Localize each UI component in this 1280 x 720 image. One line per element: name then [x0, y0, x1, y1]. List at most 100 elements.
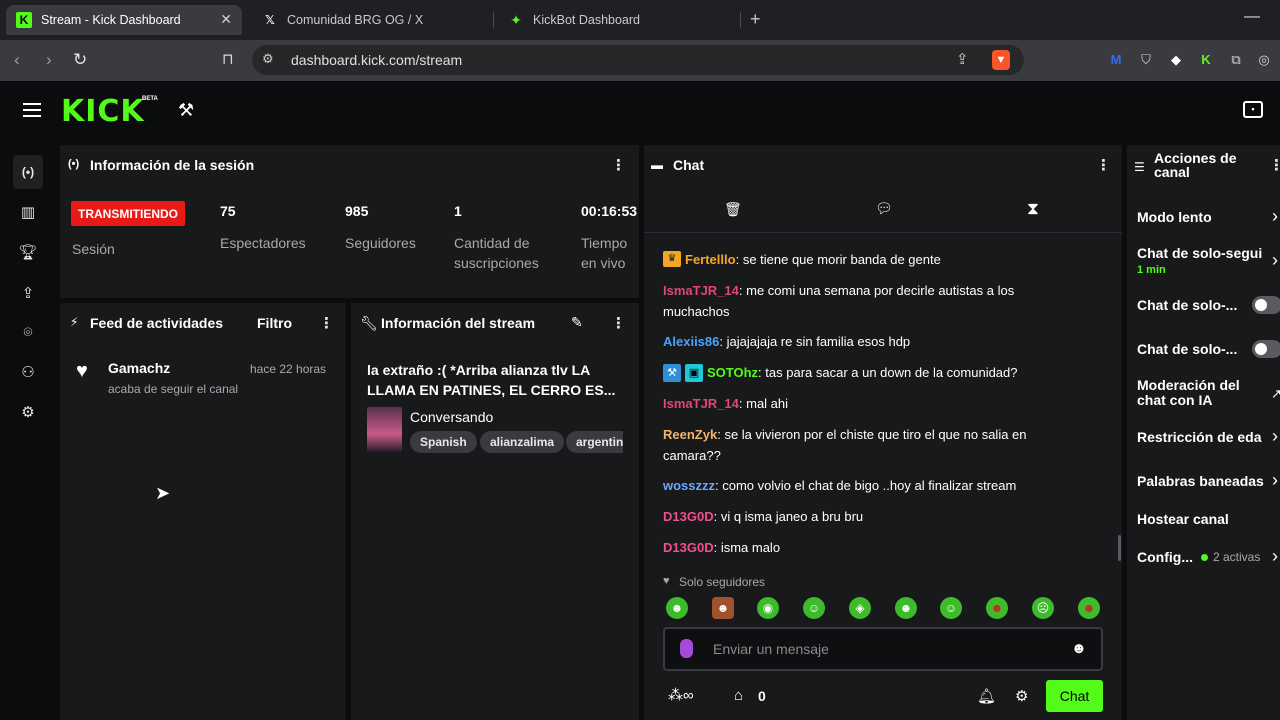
chat-options-icon[interactable]: 💬︎: [875, 200, 893, 217]
emoji-picker-icon[interactable]: ☻: [1071, 640, 1087, 657]
chat-bubble-icon: ▬: [651, 158, 663, 172]
emote-icon[interactable]: ☻: [1078, 597, 1100, 619]
extension-diamond-icon[interactable]: ◆: [1168, 52, 1184, 68]
chat-username[interactable]: wosszzz: [663, 478, 715, 493]
share-icon[interactable]: ⇪: [956, 50, 969, 68]
chevron-right-icon[interactable]: ›: [1272, 206, 1278, 227]
action-followers-only[interactable]: Chat de solo-segui: [1137, 246, 1262, 261]
channel-points-icon[interactable]: ⁂∞: [668, 686, 694, 704]
tag-chip[interactable]: Spanish: [410, 431, 477, 453]
chat-username[interactable]: IsmaTJR_14: [663, 283, 739, 298]
sidebar-settings-icon[interactable]: ⚙: [17, 401, 39, 423]
emote-icon[interactable]: ☹: [1032, 597, 1054, 619]
category-thumbnail[interactable]: [367, 407, 402, 452]
action-host-channel[interactable]: Hostear canal: [1137, 512, 1229, 527]
profile-icon[interactable]: ◎: [1256, 52, 1272, 68]
microphone-icon[interactable]: [680, 639, 693, 658]
edit-pencil-icon[interactable]: ✎: [571, 314, 583, 331]
tab-comunidad-brg[interactable]: 𝕏 Comunidad BRG OG / X: [252, 5, 488, 35]
sidebar-community-icon[interactable]: ⌾: [17, 321, 39, 343]
tab-stream-kick-dashboard[interactable]: K Stream - Kick Dashboard ✕: [6, 5, 242, 35]
close-tab-icon[interactable]: ✕: [220, 11, 232, 28]
x-favicon-icon: 𝕏: [265, 13, 275, 27]
send-chat-button[interactable]: Chat: [1046, 680, 1103, 712]
action-emotes-only[interactable]: Chat de solo-...: [1137, 342, 1237, 357]
tag-chip[interactable]: argentin: [566, 431, 623, 453]
extensions-puzzle-icon[interactable]: ⧉: [1228, 52, 1244, 68]
emote-icon[interactable]: ☺: [940, 597, 962, 619]
chat-username[interactable]: D13G0D: [663, 509, 714, 524]
chat-username[interactable]: Fertelllo: [685, 252, 736, 267]
category-name[interactable]: Conversando: [410, 409, 493, 425]
chat-username[interactable]: Alexiis86: [663, 334, 719, 349]
chat-username[interactable]: IsmaTJR_14: [663, 396, 739, 411]
chat-username[interactable]: SOTOhz: [707, 365, 758, 380]
chat-username[interactable]: ReenZyk: [663, 427, 717, 442]
emotes-only-toggle[interactable]: [1252, 340, 1280, 358]
chevron-right-icon[interactable]: ›: [1272, 546, 1278, 567]
chat-username[interactable]: D13G0D: [663, 540, 714, 555]
moderator-hammer-icon[interactable]: ⚒: [178, 100, 194, 121]
emote-icon[interactable]: ☻: [712, 597, 734, 619]
feed-filter-button[interactable]: Filtro: [257, 315, 292, 331]
chevron-right-icon[interactable]: ›: [1272, 250, 1278, 271]
sidebar-upload-icon[interactable]: ⇪: [17, 282, 39, 304]
action-ai-moderation[interactable]: Moderación del chat con IA: [1137, 378, 1247, 408]
external-link-icon[interactable]: ↗: [1271, 386, 1280, 402]
action-banned-words[interactable]: Palabras baneadas: [1137, 474, 1264, 489]
chat-settings-icon[interactable]: ⚙: [1015, 687, 1028, 705]
emote-icon[interactable]: ◉: [757, 597, 779, 619]
action-config[interactable]: Config...: [1137, 550, 1193, 565]
chevron-right-icon[interactable]: ›: [1272, 426, 1278, 447]
sidebar-users-icon[interactable]: ⚇: [17, 361, 39, 383]
chat-message: wosszzz: como volvio el chat de bigo ..h…: [663, 478, 1017, 493]
sidebar-stream-icon[interactable]: (•): [17, 161, 39, 183]
kick-logo[interactable]: KICK: [61, 94, 145, 129]
tag-chip[interactable]: alianzalima: [480, 431, 565, 453]
extension-kick-icon[interactable]: K: [1198, 52, 1214, 68]
emote-icon[interactable]: ☻: [986, 597, 1008, 619]
extension-shield-icon[interactable]: ⛉: [1138, 52, 1154, 68]
emote-icon[interactable]: ☻: [895, 597, 917, 619]
feed-more-icon[interactable]: ⋮: [319, 314, 334, 332]
tab-kickbot-dashboard[interactable]: ✦ KickBot Dashboard: [498, 5, 734, 35]
session-more-icon[interactable]: ⋮: [611, 156, 626, 174]
slow-mode-hourglass-icon[interactable]: ⧗: [1027, 199, 1039, 219]
kickbot-favicon-icon: ✦: [510, 11, 522, 28]
chevron-right-icon[interactable]: ›: [1272, 470, 1278, 491]
notification-bell-icon[interactable]: 🔔︎: [977, 687, 996, 705]
stream-info-more-icon[interactable]: ⋮: [611, 314, 626, 332]
sidebar-analytics-icon[interactable]: ▥: [17, 201, 39, 223]
subs-only-toggle[interactable]: [1252, 296, 1280, 314]
action-age-restriction[interactable]: Restricción de eda: [1137, 430, 1262, 445]
action-slow-mode[interactable]: Modo lento: [1137, 210, 1212, 225]
emote-icon[interactable]: ☻: [666, 597, 688, 619]
subs-count: 1: [454, 203, 462, 219]
emote-icon[interactable]: ◈: [849, 597, 871, 619]
chat-scrollbar[interactable]: [1118, 535, 1121, 561]
action-subs-only[interactable]: Chat de solo-...: [1137, 298, 1237, 313]
bookmark-icon[interactable]: ⊓: [222, 50, 234, 68]
session-label: Sesión: [72, 241, 115, 257]
action-sub-value: 1 min: [1137, 264, 1166, 276]
store-icon[interactable]: ⌂: [734, 687, 743, 704]
site-info-icon[interactable]: ⚙: [262, 51, 274, 67]
session-panel-title: Información de la sesión: [90, 157, 255, 173]
reload-icon[interactable]: ↻: [73, 50, 87, 70]
points-count: 0: [758, 688, 766, 704]
url-text[interactable]: dashboard.kick.com/stream: [291, 52, 462, 68]
followers-only-heart-icon: ♥: [663, 575, 670, 587]
emote-icon[interactable]: ☺: [803, 597, 825, 619]
chat-more-icon[interactable]: ⋮: [1096, 156, 1111, 174]
new-tab-plus-icon[interactable]: +: [750, 9, 761, 30]
brave-shield-icon[interactable]: ▼: [992, 50, 1010, 70]
forward-arrow-icon[interactable]: ›: [46, 50, 52, 70]
hamburger-menu-icon[interactable]: [23, 103, 41, 117]
back-arrow-icon[interactable]: ‹: [14, 50, 20, 70]
extension-m-icon[interactable]: M: [1108, 52, 1124, 68]
clear-chat-trash-icon[interactable]: 🗑︎: [724, 201, 742, 218]
sidebar-trophy-icon[interactable]: 🏆︎: [17, 241, 39, 263]
minimize-window-icon[interactable]: —: [1244, 8, 1260, 26]
feed-user[interactable]: Gamachz: [108, 360, 170, 376]
creator-tools-icon[interactable]: ▪: [1243, 101, 1263, 118]
